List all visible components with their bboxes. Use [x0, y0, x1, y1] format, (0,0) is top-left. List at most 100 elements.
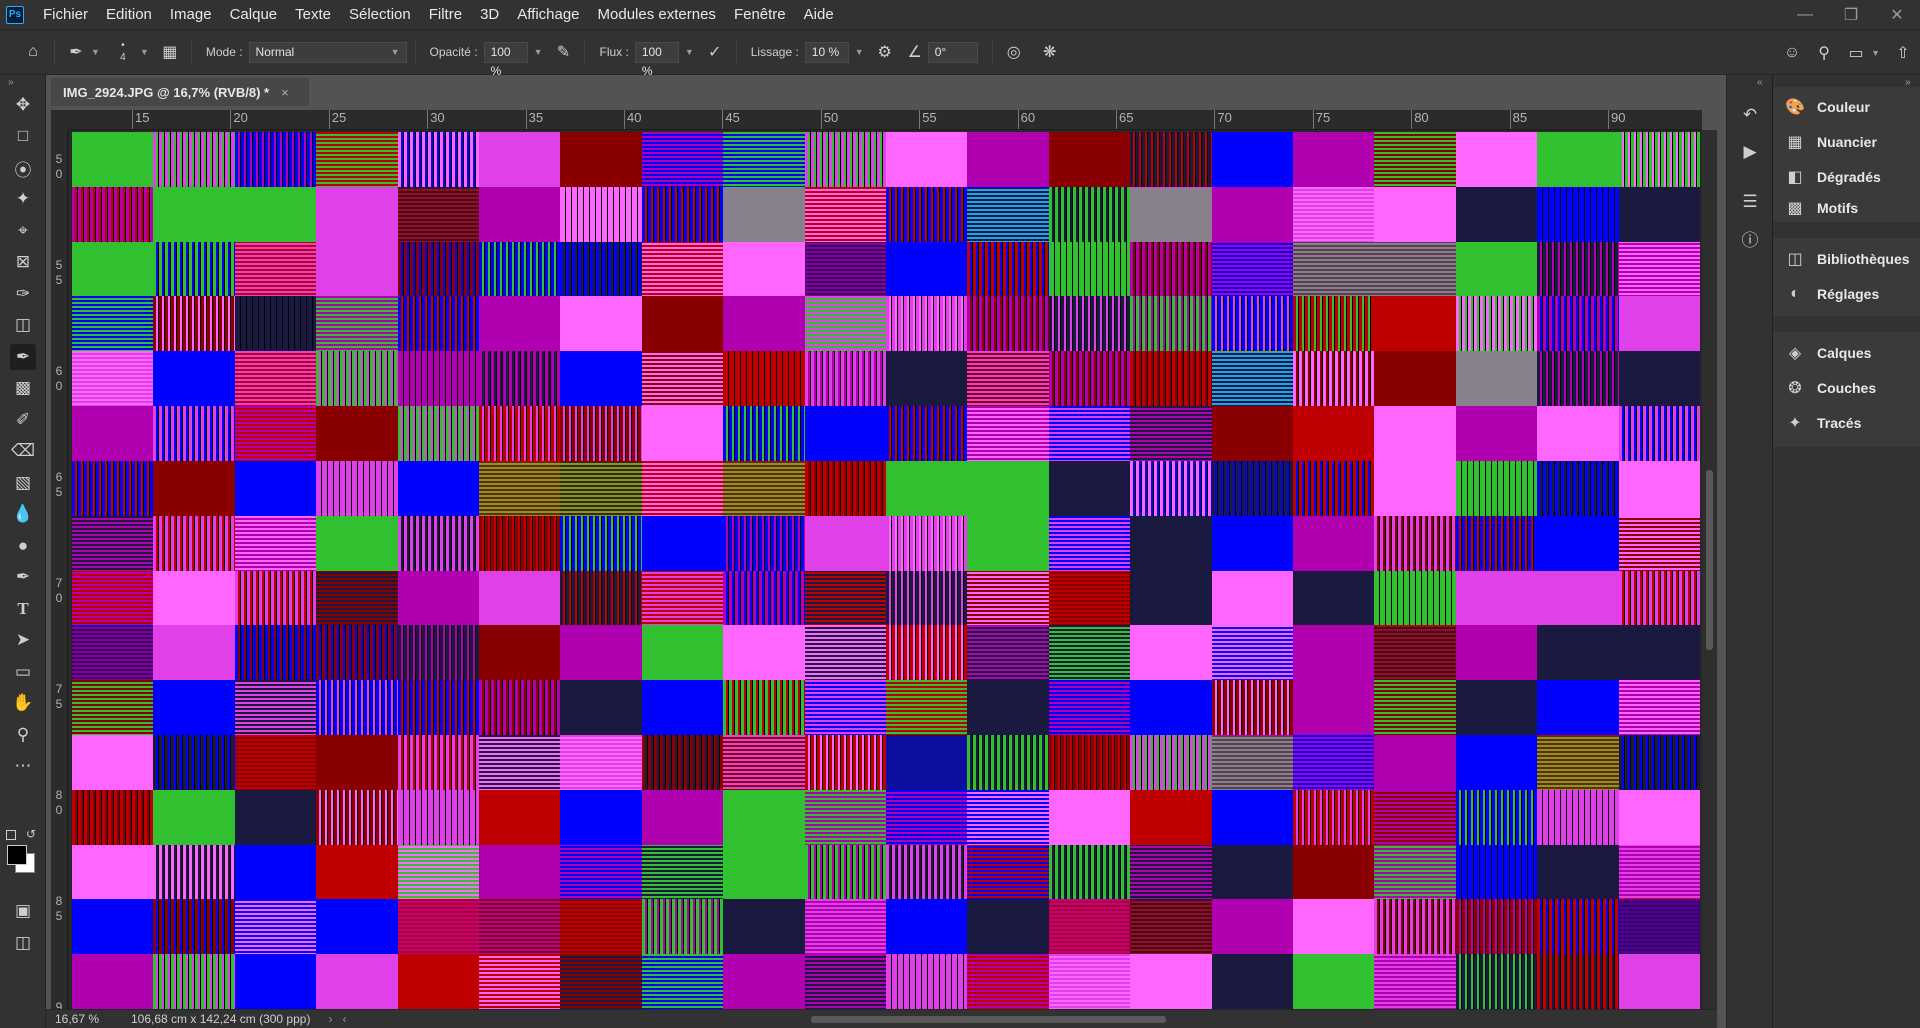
vertical-scrollbar[interactable]: [1702, 130, 1717, 1009]
menu-edition[interactable]: Edition: [97, 0, 161, 29]
menu-affichage[interactable]: Affichage: [508, 0, 588, 29]
panel-bibliotheques[interactable]: ◫ Bibliothèques: [1773, 244, 1920, 274]
brush-tool-icon[interactable]: ✒: [10, 344, 36, 370]
zoom-level[interactable]: 16,67 %: [55, 1012, 111, 1026]
minimize-icon[interactable]: —: [1782, 0, 1828, 29]
brush-size-picker[interactable]: • 4: [108, 40, 138, 64]
mode-select[interactable]: Normal ▼: [248, 41, 407, 63]
brush-preset-icon[interactable]: ✒: [63, 42, 89, 62]
actions-play-icon[interactable]: ▶: [1737, 139, 1763, 165]
search-icon[interactable]: ⚲: [1811, 43, 1837, 63]
menu-calque[interactable]: Calque: [221, 0, 287, 29]
properties-sliders-icon[interactable]: ☰: [1737, 189, 1763, 215]
panel-calques[interactable]: ◈ Calques: [1773, 338, 1920, 368]
marquee-tool-icon[interactable]: □: [10, 123, 36, 149]
workspace-icon[interactable]: ▭: [1843, 43, 1869, 63]
angle-input[interactable]: 0°: [927, 41, 978, 63]
menu-aide[interactable]: Aide: [795, 0, 843, 29]
smoothing-input[interactable]: 10 %: [804, 41, 849, 63]
frame-tool-icon[interactable]: ⊠: [10, 249, 36, 275]
menu-image[interactable]: Image: [161, 0, 221, 29]
chevron-down-icon[interactable]: ▼: [140, 47, 149, 57]
close-tab-icon[interactable]: ×: [281, 85, 289, 100]
lasso-tool-icon[interactable]: ⦿: [10, 155, 36, 181]
menu-fenetre[interactable]: Fenêtre: [725, 0, 795, 29]
glitch-tile: [1211, 351, 1294, 408]
gradient-tool-icon[interactable]: ▧: [10, 470, 36, 496]
eyedropper-tool-icon[interactable]: ✑: [10, 281, 36, 307]
menu-fichier[interactable]: Fichier: [34, 0, 97, 29]
rectangle-tool-icon[interactable]: ▭: [10, 659, 36, 685]
dodge-tool-icon[interactable]: ●: [10, 533, 36, 559]
path-selection-tool-icon[interactable]: ➤: [10, 627, 36, 653]
panel-motifs[interactable]: ▩ Motifs: [1773, 197, 1920, 219]
menu-modules-externes[interactable]: Modules externes: [589, 0, 725, 29]
crop-tool-icon[interactable]: ⌖: [10, 218, 36, 244]
status-menu-arrow-icon[interactable]: ›: [328, 1012, 332, 1026]
screen-mode-icon[interactable]: ◫: [10, 930, 36, 956]
pen-tool-icon[interactable]: ✒: [10, 564, 36, 590]
pressure-opacity-icon[interactable]: ✎: [550, 42, 576, 62]
airbrush-icon[interactable]: ✓: [702, 42, 728, 62]
glitch-tile: [1455, 296, 1539, 353]
close-icon[interactable]: ✕: [1874, 0, 1920, 29]
menu-3d[interactable]: 3D: [471, 0, 508, 29]
menu-selection[interactable]: Sélection: [340, 0, 420, 29]
eraser-tool-icon[interactable]: ⌫: [10, 438, 36, 464]
glitch-tile: [641, 296, 725, 353]
options-bar: ⌂ ✒ ▼ • 4 ▼ ▦ Mode : Normal ▼ Opacité : …: [0, 29, 1920, 78]
panel-nuancier[interactable]: ▦ Nuancier: [1773, 127, 1920, 157]
vertical-ruler[interactable]: 50 55 60 65 70 75 80 85 90: [51, 130, 68, 1009]
ruler-origin[interactable]: [51, 110, 68, 130]
menu-texte[interactable]: Texte: [286, 0, 340, 29]
default-colors-icon[interactable]: [6, 830, 16, 840]
clone-stamp-tool-icon[interactable]: ▩: [10, 375, 36, 401]
glitch-tile: [886, 460, 969, 517]
panel-degrades[interactable]: ◧ Dégradés: [1773, 162, 1920, 192]
history-brush-tool-icon[interactable]: ✐: [10, 407, 36, 433]
zoom-tool-icon[interactable]: ⚲: [10, 722, 36, 748]
history-icon[interactable]: ↶: [1737, 102, 1763, 128]
hand-tool-icon[interactable]: ✋: [10, 690, 36, 716]
share-icon[interactable]: ⇧: [1890, 43, 1916, 63]
scrollbar-thumb[interactable]: [1706, 470, 1713, 650]
chevron-down-icon[interactable]: ▼: [685, 47, 694, 57]
symmetry-butterfly-icon[interactable]: ❋: [1037, 42, 1063, 62]
chevron-down-icon[interactable]: ▼: [534, 47, 543, 57]
info-icon[interactable]: ⓘ: [1737, 225, 1763, 251]
horizontal-scrollbar-thumb[interactable]: [811, 1016, 1166, 1023]
chevron-down-icon[interactable]: ▼: [855, 47, 864, 57]
canvas-area[interactable]: [68, 130, 1702, 1009]
quick-mask-icon[interactable]: ▣: [10, 898, 36, 924]
panel-traces[interactable]: ✦ Tracés: [1773, 408, 1920, 438]
panel-couleur[interactable]: 🎨 Couleur: [1773, 92, 1920, 122]
restore-icon[interactable]: ❐: [1828, 0, 1874, 29]
horizontal-ruler[interactable]: 15 20 25 30 35 40 45 50 55 60 65 70 75 80 85 90: [68, 110, 1702, 130]
opacity-input[interactable]: 100 %: [483, 41, 528, 78]
document-tab[interactable]: IMG_2924.JPG @ 16,7% (RVB/8) * ×: [51, 78, 309, 106]
collapse-arrows-icon[interactable]: «: [1757, 77, 1763, 88]
chevron-down-icon[interactable]: ▼: [91, 47, 100, 57]
move-tool-icon[interactable]: ✥: [10, 92, 36, 118]
flow-input[interactable]: 100 %: [634, 41, 679, 78]
glitch-tile: [1130, 734, 1213, 791]
pressure-size-icon[interactable]: ◎: [1001, 42, 1027, 62]
panel-reglages[interactable]: ◐ Réglages: [1773, 279, 1920, 309]
swap-colors-icon[interactable]: ↺: [26, 827, 36, 841]
gear-icon[interactable]: ⚙: [872, 42, 898, 62]
glitch-tile: [1130, 954, 1213, 1009]
scroll-left-icon[interactable]: ‹: [342, 1012, 346, 1026]
learn-icon[interactable]: ☺: [1779, 44, 1805, 62]
blur-tool-icon[interactable]: 💧: [10, 501, 36, 527]
more-tools-icon[interactable]: ⋯: [10, 753, 36, 779]
type-tool-icon[interactable]: T: [10, 596, 36, 622]
collapse-arrows-icon[interactable]: »: [8, 77, 14, 88]
healing-brush-tool-icon[interactable]: ◫: [10, 312, 36, 338]
brush-settings-icon[interactable]: ▦: [157, 42, 183, 62]
chevron-down-icon[interactable]: ▼: [1871, 48, 1880, 58]
home-icon[interactable]: ⌂: [20, 43, 46, 61]
menu-filtre[interactable]: Filtre: [420, 0, 471, 29]
foreground-color-swatch[interactable]: [7, 845, 27, 865]
magic-wand-tool-icon[interactable]: ✦: [10, 186, 36, 212]
panel-couches[interactable]: ❂ Couches: [1773, 373, 1920, 403]
